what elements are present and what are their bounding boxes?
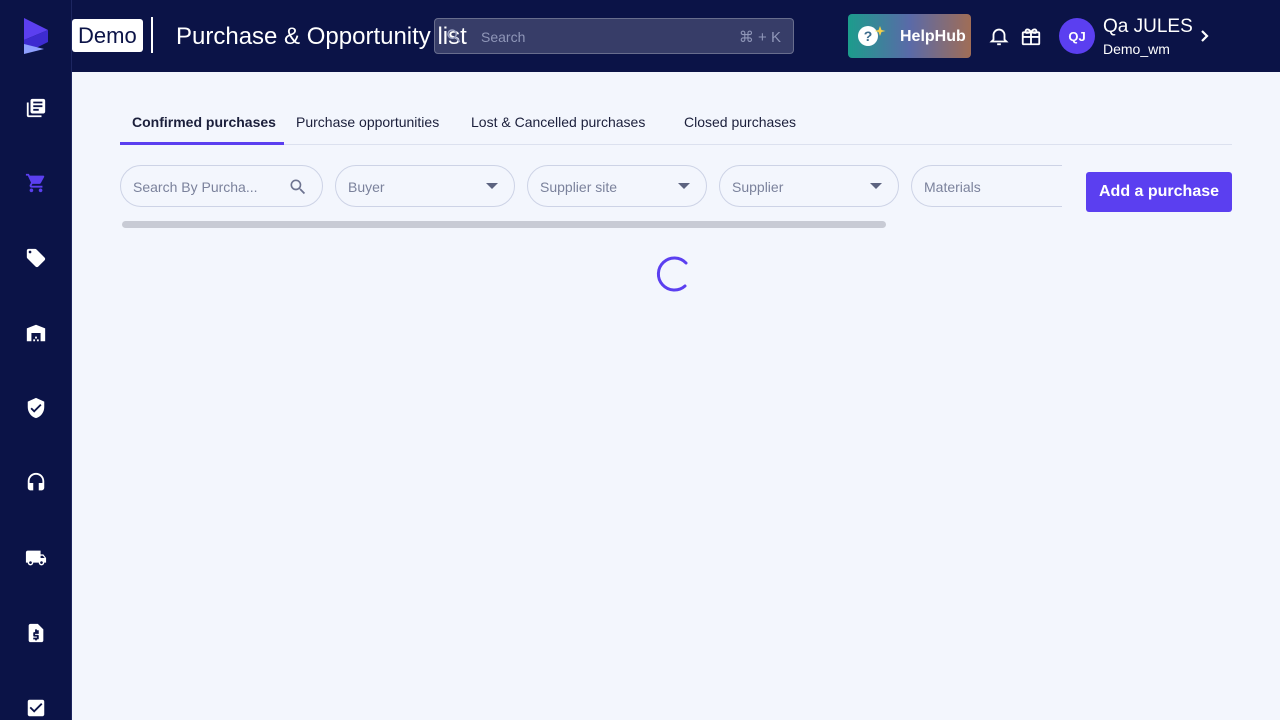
supplier-site-select-label: Supplier site [540, 179, 618, 195]
warehouse-icon[interactable] [24, 321, 48, 345]
buyer-select-label: Buyer [348, 179, 385, 195]
cart-icon[interactable] [24, 171, 48, 195]
supplier-select-label: Supplier [732, 179, 784, 195]
caret-down-icon [678, 183, 690, 189]
active-tab-indicator [120, 142, 284, 145]
headset-icon[interactable] [24, 471, 48, 495]
purchase-tabs: Confirmed purchases Purchase opportuniti… [120, 104, 1232, 145]
avatar[interactable]: QJ [1059, 18, 1095, 54]
tag-icon[interactable] [24, 246, 48, 270]
tab-purchase-opportunities[interactable]: Purchase opportunities [296, 114, 439, 130]
sidebar [0, 0, 72, 720]
user-org: Demo_wm [1103, 41, 1170, 57]
caret-down-icon [486, 183, 498, 189]
global-search-input[interactable]: Search ⌘ + K [434, 18, 794, 54]
helphub-button[interactable]: ? HelpHub [848, 14, 971, 58]
bell-icon[interactable] [988, 25, 1010, 47]
horizontal-scrollbar[interactable] [122, 221, 886, 228]
shield-check-icon[interactable] [24, 396, 48, 420]
add-purchase-button[interactable]: Add a purchase [1086, 172, 1232, 212]
user-name[interactable]: Qa JULES [1103, 16, 1193, 38]
tab-lost-cancelled-purchases[interactable]: Lost & Cancelled purchases [471, 114, 645, 130]
header-divider [151, 17, 153, 53]
search-icon [447, 29, 461, 43]
truck-icon[interactable] [24, 546, 48, 570]
search-icon [290, 179, 306, 195]
catalog-icon[interactable] [24, 96, 48, 120]
tab-confirmed-purchases[interactable]: Confirmed purchases [132, 114, 276, 130]
search-placeholder: Search [481, 29, 526, 45]
loading-spinner-icon [656, 256, 688, 292]
purchase-search-input[interactable]: Search By Purcha... [120, 165, 323, 207]
caret-down-icon [870, 183, 882, 189]
supplier-site-select[interactable]: Supplier site [527, 165, 707, 207]
helphub-label: HelpHub [900, 28, 966, 45]
buyer-select[interactable]: Buyer [335, 165, 515, 207]
supplier-select[interactable]: Supplier [719, 165, 899, 207]
svg-text:?: ? [864, 28, 873, 44]
checkbox-icon[interactable] [24, 696, 48, 720]
invoice-icon[interactable] [24, 621, 48, 645]
tab-closed-purchases[interactable]: Closed purchases [684, 114, 796, 130]
materials-select[interactable]: Materials [911, 165, 1062, 207]
top-bar: Demo Purchase & Opportunity list Search … [72, 0, 1280, 72]
app-logo[interactable] [24, 18, 48, 54]
help-sparkle-icon: ? [858, 26, 886, 46]
gift-icon[interactable] [1020, 25, 1042, 47]
workspace-badge[interactable]: Demo [72, 19, 143, 52]
chevron-right-icon[interactable] [1198, 28, 1212, 44]
materials-select-label: Materials [924, 179, 981, 195]
purchase-search-placeholder: Search By Purcha... [133, 179, 258, 195]
page-title: Purchase & Opportunity list [176, 23, 467, 50]
search-shortcut: ⌘ + K [738, 29, 781, 46]
